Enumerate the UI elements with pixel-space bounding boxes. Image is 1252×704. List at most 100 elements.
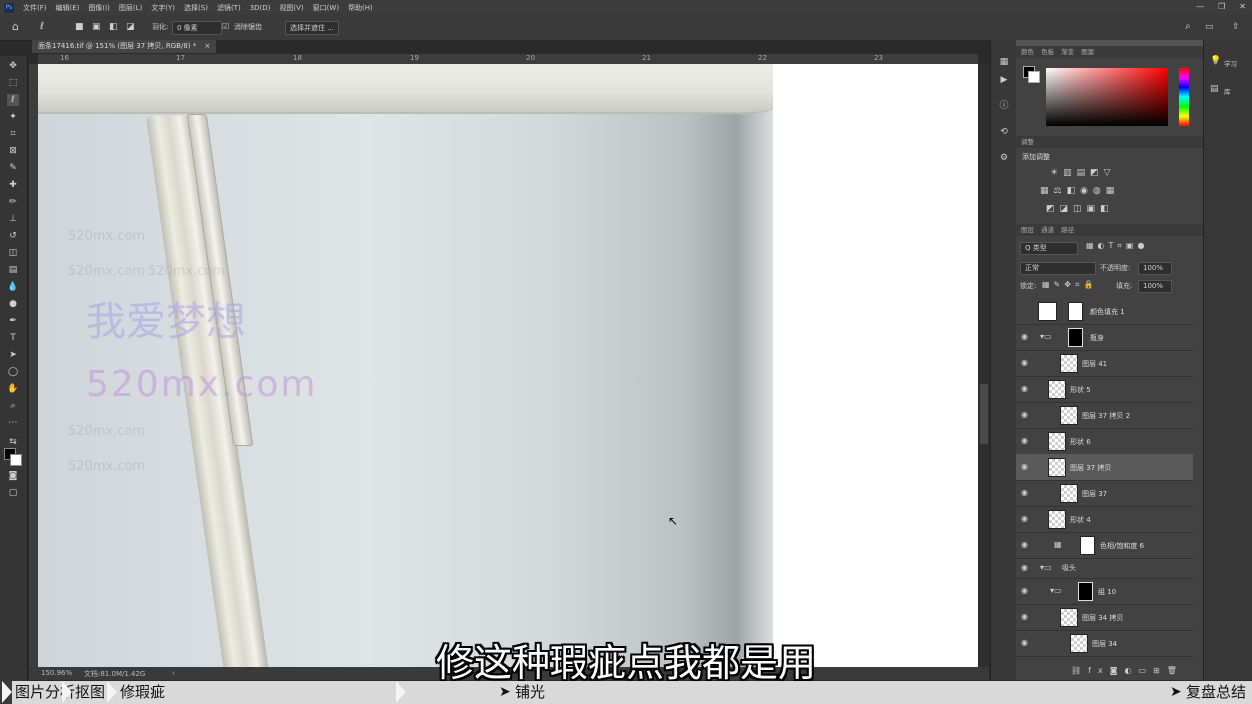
restore-button[interactable]: ❐ (1218, 2, 1225, 11)
layer-row[interactable]: ◉ 形状 4 (1016, 506, 1193, 533)
visibility-eye-icon[interactable]: ◉ (1021, 436, 1028, 445)
tab-gradients[interactable]: 渐变 (1061, 48, 1074, 56)
move-tool-icon[interactable]: ✥ (7, 60, 19, 72)
magic-wand-icon[interactable]: ✦ (7, 111, 19, 123)
ellipse-tool-icon[interactable]: ◯ (7, 366, 19, 378)
frame-tool-icon[interactable]: ⊠ (7, 145, 19, 157)
layer-row[interactable]: ◉ ▦ 色相/饱和度 6 (1016, 532, 1193, 559)
layer-row[interactable]: ◉ 形状 6 (1016, 428, 1193, 455)
layers-filter-select[interactable]: Q 类型 (1020, 242, 1078, 255)
menu-3d[interactable]: 3D(D) (250, 4, 271, 12)
layer-row[interactable]: ◉ 形状 5 (1016, 376, 1193, 403)
marquee-tool-icon[interactable]: ⬚ (7, 77, 19, 89)
eyedropper-icon[interactable]: ✎ (7, 162, 19, 174)
eraser-icon[interactable]: ◫ (7, 247, 19, 259)
quick-mask-icon[interactable]: ◙ (7, 470, 19, 482)
lock-icons[interactable]: ▦✎✥⌗🔒 (1042, 280, 1097, 290)
clone-stamp-icon[interactable]: ⊥ (7, 213, 19, 225)
menu-layer[interactable]: 图层(L) (119, 3, 142, 13)
path-selection-icon[interactable]: ➤ (7, 349, 19, 361)
visibility-eye-icon[interactable]: ◉ (1021, 540, 1028, 549)
menu-file[interactable]: 文件(F) (23, 3, 47, 13)
tab-channels[interactable]: 通道 (1041, 226, 1054, 234)
background-color-swatch[interactable] (10, 454, 22, 466)
swap-colors-icon[interactable]: ⇆ (7, 436, 19, 448)
properties-icon[interactable]: ⚙ (998, 152, 1010, 164)
menu-edit[interactable]: 编辑(E) (56, 3, 80, 13)
chapter-3[interactable]: 修瑕疵 (120, 681, 165, 704)
menu-select[interactable]: 选择(S) (184, 3, 208, 13)
visibility-eye-icon[interactable]: ◉ (1021, 612, 1028, 621)
layer-row[interactable]: ◉ 图层 34 拷贝 (1016, 604, 1193, 631)
layer-row-selected[interactable]: ◉ 图层 37 拷贝 (1016, 454, 1193, 481)
history-brush-icon[interactable]: ↺ (7, 230, 19, 242)
feather-input[interactable]: 0 像素 (172, 21, 222, 35)
search-icon[interactable]: ⌕ (1185, 21, 1191, 33)
visibility-eye-icon[interactable]: ◉ (1021, 332, 1028, 341)
chapter-4[interactable]: 铺光 (515, 681, 545, 704)
workspace-icon[interactable]: ▭ (1205, 21, 1214, 33)
visibility-eye-icon[interactable]: ◉ (1021, 410, 1028, 419)
gradient-tool-icon[interactable]: ▤ (7, 264, 19, 276)
visibility-eye-icon[interactable]: ◉ (1021, 563, 1028, 572)
visibility-eye-icon[interactable]: ◉ (1021, 586, 1028, 595)
layer-row[interactable]: ◉ 图层 37 (1016, 480, 1193, 507)
healing-brush-icon[interactable]: ✚ (7, 179, 19, 191)
intersect-selection-icon[interactable]: ◪ (126, 21, 135, 33)
menu-help[interactable]: 帮助(H) (348, 3, 373, 13)
share-icon[interactable]: ⇪ (1232, 21, 1240, 33)
actions-play-icon[interactable]: ▶ (998, 74, 1010, 86)
hue-slider[interactable] (1179, 68, 1189, 126)
menu-image[interactable]: 图像(I) (88, 3, 110, 13)
libraries-label[interactable]: 库 (1224, 86, 1231, 96)
chapter-5[interactable]: 复盘总结 (1186, 681, 1252, 704)
blend-mode-select[interactable]: 正常 (1020, 262, 1096, 275)
hand-tool-icon[interactable]: ✋ (7, 383, 19, 395)
scrollbar-thumb[interactable] (980, 384, 988, 444)
document-canvas[interactable]: 520mx.com 520mx.com 520mx.com 520mx.com … (38, 64, 978, 667)
learn-label[interactable]: 学习 (1224, 58, 1237, 68)
background-color-swatch[interactable] (1028, 71, 1040, 83)
zoom-tool-icon[interactable]: ⌕ (7, 400, 19, 412)
document-tab-close-icon[interactable]: × (204, 42, 210, 50)
layer-row[interactable]: 颜色填充 1 (1016, 298, 1193, 325)
select-and-mask-button[interactable]: 选择并遮住 ... (285, 21, 339, 35)
opacity-input[interactable]: 100% (1138, 262, 1172, 275)
pen-tool-icon[interactable]: ✒ (7, 315, 19, 327)
visibility-eye-icon[interactable]: ◉ (1021, 358, 1028, 367)
home-icon[interactable]: ⌂ (12, 21, 19, 33)
dodge-tool-icon[interactable]: ● (7, 298, 19, 310)
add-selection-icon[interactable]: ▣ (92, 21, 101, 33)
tab-paths[interactable]: 路径 (1061, 226, 1074, 234)
minimize-button[interactable]: — (1196, 2, 1204, 11)
antialias-checkbox[interactable]: ☑ (222, 21, 229, 33)
visibility-eye-icon[interactable]: ◉ (1021, 384, 1028, 393)
layer-filter-icons[interactable]: ▦◐T⌗▣● (1086, 241, 1148, 251)
fill-input[interactable]: 100% (1138, 280, 1172, 293)
crop-tool-icon[interactable]: ⌗ (7, 128, 19, 140)
adjustment-icons-row-3[interactable]: ◩◪◫▣◧ (1046, 204, 1114, 214)
menu-type[interactable]: 文字(Y) (151, 3, 175, 13)
libraries-icon[interactable]: ▤ (1210, 84, 1219, 94)
history-panel-icon[interactable]: ▦ (998, 56, 1010, 68)
new-selection-icon[interactable]: ■ (75, 21, 84, 33)
adjustment-icons-row-1[interactable]: ☀▥▤◩▽ (1050, 168, 1116, 178)
info-panel-icon[interactable]: ⓘ (998, 100, 1010, 112)
tab-layers[interactable]: 图层 (1021, 226, 1034, 234)
layer-row[interactable]: ◉ 图层 37 拷贝 2 (1016, 402, 1193, 429)
history-icon[interactable]: ⟲ (998, 126, 1010, 138)
screen-mode-icon[interactable]: ▢ (7, 487, 19, 499)
color-picker-field[interactable] (1046, 68, 1168, 126)
document-tab[interactable]: 面条17416.tif @ 151% (图层 37 拷贝, RGB/8) * × (32, 40, 217, 53)
canvas-vertical-scrollbar[interactable] (979, 64, 989, 667)
type-tool-icon[interactable]: T (7, 332, 19, 344)
brush-tool-icon[interactable]: ✏ (7, 196, 19, 208)
lasso-tool-icon[interactable]: ℓ (40, 21, 44, 33)
subtract-selection-icon[interactable]: ◧ (109, 21, 118, 33)
tab-color[interactable]: 颜色 (1021, 48, 1034, 56)
layer-row[interactable]: ◉ 图层 41 (1016, 350, 1193, 377)
menu-view[interactable]: 视图(V) (279, 3, 303, 13)
visibility-eye-icon[interactable]: ◉ (1021, 462, 1028, 471)
tab-patterns[interactable]: 图案 (1081, 48, 1094, 56)
learn-icon[interactable]: 💡 (1210, 56, 1221, 66)
